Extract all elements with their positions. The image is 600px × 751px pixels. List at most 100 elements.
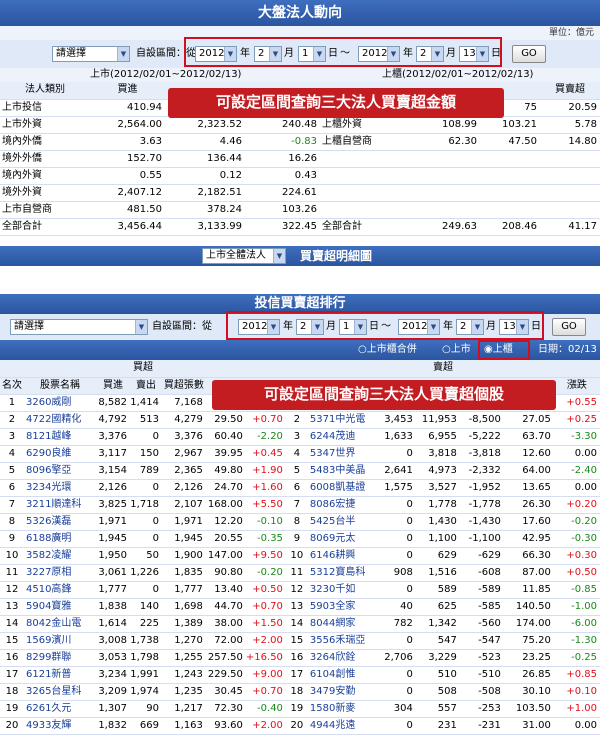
cell-s[interactable]: 3211順達科	[23, 496, 96, 514]
stock-link[interactable]: 6121新普	[26, 669, 71, 680]
cell-s2[interactable]: 5312寶島科	[307, 564, 378, 582]
cell-s[interactable]: 8042金山電	[23, 615, 96, 633]
radio-listed[interactable]: ○上市	[442, 340, 471, 360]
stock-link[interactable]: 6290良維	[26, 448, 71, 459]
cell-p2: 66.30	[503, 547, 554, 565]
top-go-button[interactable]: GO	[512, 45, 546, 63]
stock-link[interactable]: 3556禾瑞亞	[310, 635, 365, 646]
stock-link[interactable]: 3260威剛	[26, 397, 71, 408]
cell-otc-net	[540, 184, 600, 202]
cell-s2[interactable]: 8069元太	[307, 530, 378, 548]
stock-link[interactable]: 8121越峰	[26, 431, 71, 442]
stock-link[interactable]: 6008凱基證	[310, 482, 365, 493]
stock-link[interactable]: 4722國精化	[26, 414, 81, 425]
bottom-category-select[interactable]: 請選擇 ▼	[10, 319, 148, 335]
cell-s2[interactable]: 6244茂迪	[307, 428, 378, 446]
stock-link[interactable]: 6244茂迪	[310, 431, 355, 442]
cell-s[interactable]: 6121新普	[23, 666, 96, 684]
top-category-select[interactable]: 請選擇 ▼	[52, 46, 130, 62]
stock-link[interactable]: 3582凌耀	[26, 550, 71, 561]
stock-link[interactable]: 8069元太	[310, 533, 355, 544]
cell-s[interactable]: 5904寶雅	[23, 598, 96, 616]
cell-se: 0	[129, 530, 162, 548]
stock-link[interactable]: 3264欣銓	[310, 652, 355, 663]
cell-s[interactable]: 3260威剛	[23, 394, 96, 412]
cell-s[interactable]: 8096擎亞	[23, 462, 96, 480]
cell-s2[interactable]: 5425台半	[307, 513, 378, 531]
cell-s[interactable]: 3582凌耀	[23, 547, 96, 565]
stock-link[interactable]: 6104創惟	[310, 669, 355, 680]
cell-s[interactable]: 8299群聯	[23, 649, 96, 667]
cell-s2[interactable]: 6146耕興	[307, 547, 378, 565]
cell-s2[interactable]: 4944兆遠	[307, 717, 378, 735]
cell-s2[interactable]: 3264欣銓	[307, 649, 378, 667]
cell-s[interactable]: 6188廣明	[23, 530, 96, 548]
stock-link[interactable]: 6261久元	[26, 703, 71, 714]
stock-link[interactable]: 5425台半	[310, 516, 355, 527]
stock-link[interactable]: 5371中光電	[310, 414, 365, 425]
bottom-go-button[interactable]: GO	[552, 318, 586, 336]
stock-link[interactable]: 3211順達科	[26, 499, 81, 510]
cell-n2: -1,778	[459, 496, 504, 514]
cell-s[interactable]: 6261久元	[23, 700, 96, 718]
stock-link[interactable]: 3230千如	[310, 584, 355, 595]
cell-s2[interactable]: 5371中光電	[307, 411, 378, 429]
cell-p2: 103.50	[503, 700, 554, 718]
cell-s2[interactable]: 8086宏捷	[307, 496, 378, 514]
cell-s[interactable]: 4722國精化	[23, 411, 96, 429]
cell-n2: -547	[459, 632, 504, 650]
cell-se2: 1,342	[415, 615, 460, 633]
cell-s[interactable]: 8121越峰	[23, 428, 96, 446]
cell-s[interactable]: 3227原相	[23, 564, 96, 582]
stock-link[interactable]: 5326漢磊	[26, 516, 71, 527]
cell-c2: +0.30	[553, 547, 600, 565]
stock-link[interactable]: 6188廣明	[26, 533, 71, 544]
cell-s2[interactable]: 8044網家	[307, 615, 378, 633]
cell-se: 513	[129, 411, 162, 429]
stock-link[interactable]: 5904寶雅	[26, 601, 71, 612]
stock-link[interactable]: 5483中美晶	[310, 465, 365, 476]
cell-s[interactable]: 3265台星科	[23, 683, 96, 701]
cell-s2[interactable]: 3230千如	[307, 581, 378, 599]
cell-s2[interactable]: 5347世界	[307, 445, 378, 463]
cell-r: 19	[0, 700, 24, 718]
cell-s[interactable]: 4933友輝	[23, 717, 96, 735]
cell-s[interactable]: 3234光環	[23, 479, 96, 497]
stock-link[interactable]: 8086宏捷	[310, 499, 355, 510]
cell-s2[interactable]: 6104創惟	[307, 666, 378, 684]
stock-link[interactable]: 4944兆遠	[310, 720, 355, 731]
chart-link[interactable]: 買賣超明細圖	[300, 246, 372, 266]
stock-link[interactable]: 8042金山電	[26, 618, 81, 629]
stock-link[interactable]: 6146耕興	[310, 550, 355, 561]
stock-link[interactable]: 5347世界	[310, 448, 355, 459]
stock-link[interactable]: 3265台星科	[26, 686, 81, 697]
radio-all[interactable]: ○上市櫃合併	[358, 340, 417, 360]
stock-link[interactable]: 3234光環	[26, 482, 71, 493]
stock-link[interactable]: 8299群聯	[26, 652, 71, 663]
stock-link[interactable]: 3227原相	[26, 567, 71, 578]
cell-s2[interactable]: 3479安勤	[307, 683, 378, 701]
stock-link[interactable]: 4933友輝	[26, 720, 71, 731]
stock-link[interactable]: 8044網家	[310, 618, 355, 629]
stock-link[interactable]: 1580新麥	[310, 703, 355, 714]
cell-s2[interactable]: 1580新麥	[307, 700, 378, 718]
stock-link[interactable]: 1569濱川	[26, 635, 71, 646]
cell-s2[interactable]: 5483中美晶	[307, 462, 378, 480]
cell-s[interactable]: 1569濱川	[23, 632, 96, 650]
cell-s2[interactable]: 5903全家	[307, 598, 378, 616]
cell-s2[interactable]: 6008凱基證	[307, 479, 378, 497]
stock-link[interactable]: 4510高鋒	[26, 584, 71, 595]
cell-s[interactable]: 5326漢磊	[23, 513, 96, 531]
cell-n: 1,698	[161, 598, 206, 616]
stock-link[interactable]: 8096擎亞	[26, 465, 71, 476]
cell-c: +0.70	[245, 683, 286, 701]
stock-link[interactable]: 5903全家	[310, 601, 355, 612]
stock-link[interactable]: 5312寶島科	[310, 567, 365, 578]
cell-s[interactable]: 4510高鋒	[23, 581, 96, 599]
chart-category-select[interactable]: 上市全體法人 ▼	[202, 248, 286, 264]
stock-link[interactable]: 3479安勤	[310, 686, 355, 697]
table-row: 全部合計 3,456.44 3,133.99 322.45 全部合計 249.63 208.…	[0, 218, 600, 236]
cell-s2[interactable]: 3556禾瑞亞	[307, 632, 378, 650]
cell-s[interactable]: 6290良維	[23, 445, 96, 463]
cell-se2: 510	[415, 666, 460, 684]
